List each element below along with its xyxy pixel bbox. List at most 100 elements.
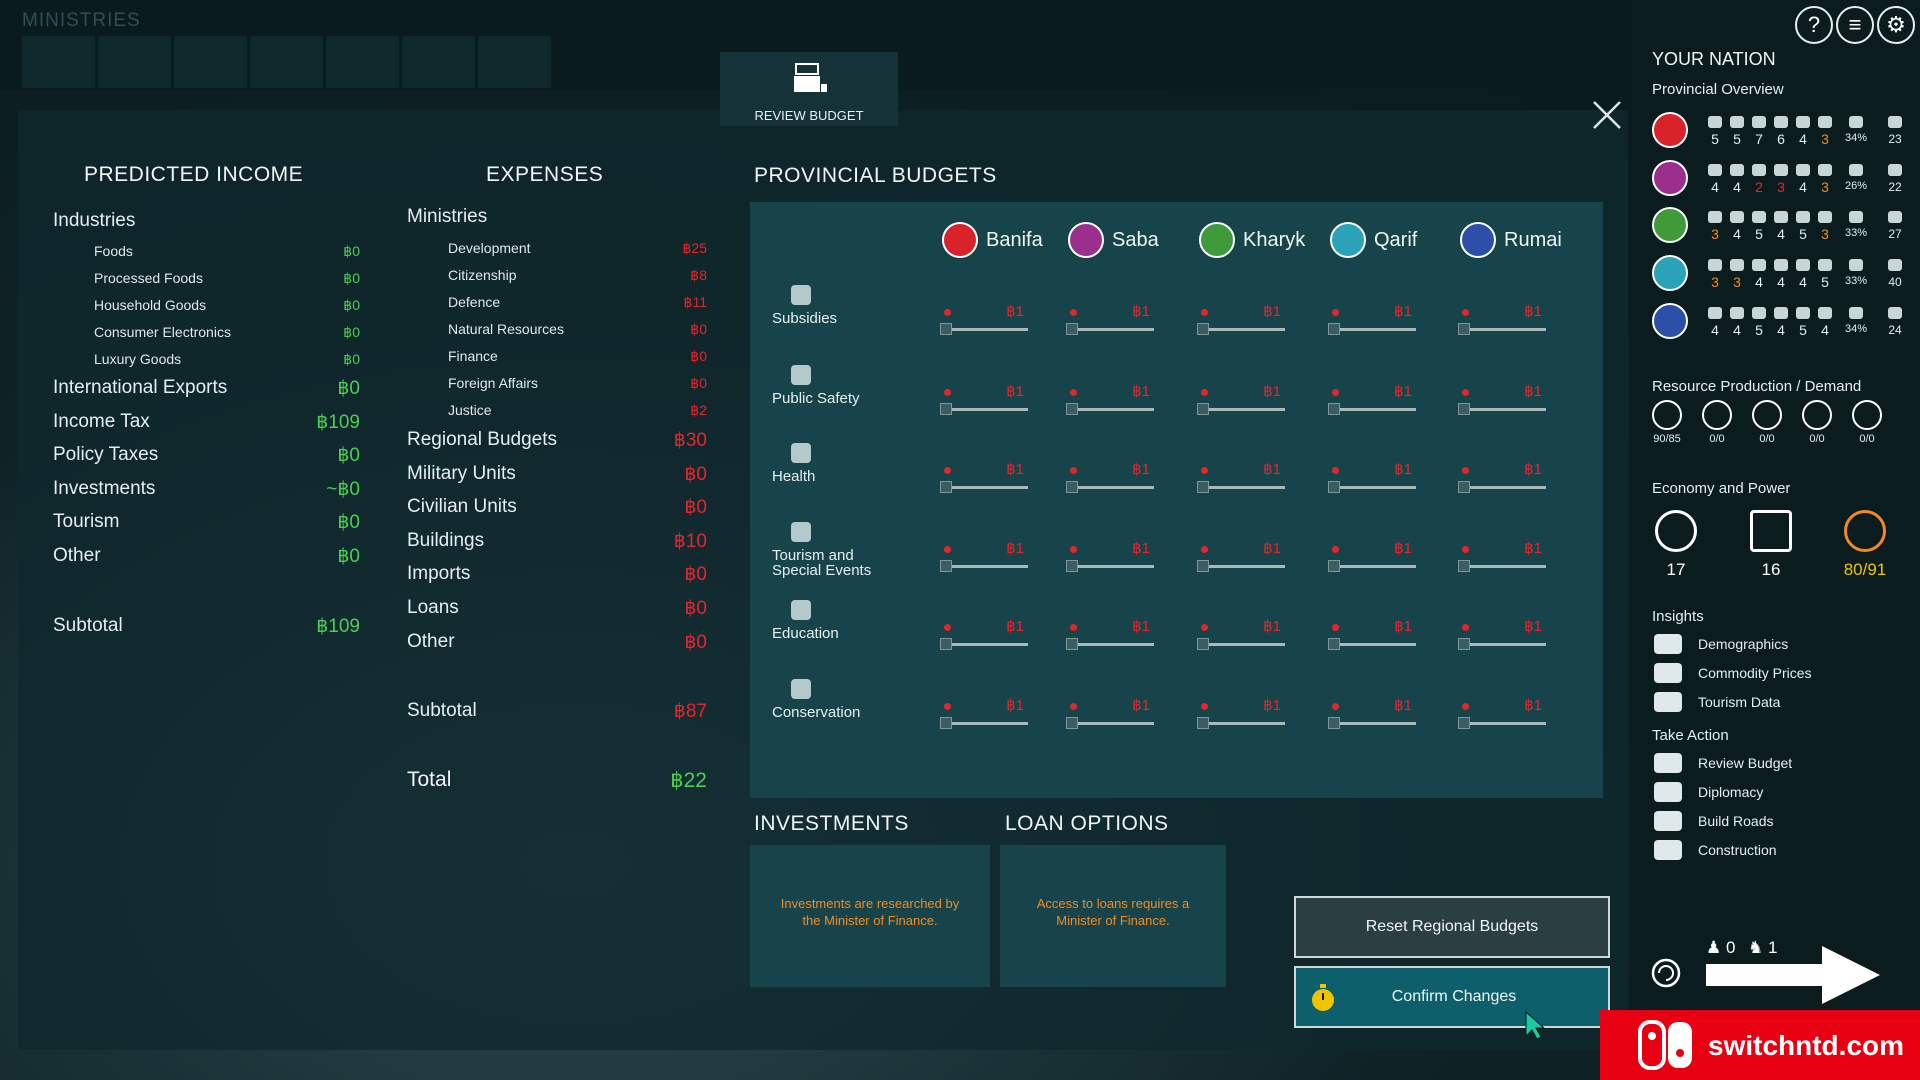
slider-handle[interactable] <box>1328 717 1340 729</box>
slider-handle[interactable] <box>1458 560 1470 572</box>
refresh-icon[interactable] <box>1650 957 1682 989</box>
province-header-saba[interactable]: Saba <box>1068 220 1188 260</box>
slider-handle[interactable] <box>1197 717 1209 729</box>
province-header-banifa[interactable]: Banifa <box>942 220 1062 260</box>
slider-handle[interactable] <box>940 323 952 335</box>
insight-commodity-prices[interactable]: Commodity Prices <box>1652 661 1882 685</box>
slider-track <box>1199 486 1285 489</box>
decrease-indicator <box>1332 546 1339 553</box>
budget-slider[interactable]: ฿1 <box>940 696 1032 730</box>
action-review-budget[interactable]: Review Budget <box>1652 751 1882 775</box>
budget-slider[interactable]: ฿1 <box>1328 539 1420 573</box>
province-emblem-icon[interactable] <box>1652 112 1688 148</box>
insight-demographics[interactable]: Demographics <box>1652 632 1882 656</box>
slider-handle[interactable] <box>1066 323 1078 335</box>
budget-slider[interactable]: ฿1 <box>1197 617 1289 651</box>
ministry-slot[interactable] <box>22 36 96 88</box>
slider-handle[interactable] <box>1066 638 1078 650</box>
slider-handle[interactable] <box>1328 638 1340 650</box>
budget-slider[interactable]: ฿1 <box>1458 696 1550 730</box>
slider-handle[interactable] <box>1066 403 1078 415</box>
budget-slider[interactable]: ฿1 <box>940 302 1032 336</box>
slider-handle[interactable] <box>1197 403 1209 415</box>
menu-button[interactable]: ≡ <box>1836 6 1874 44</box>
slider-handle[interactable] <box>940 560 952 572</box>
budget-slider[interactable]: ฿1 <box>1197 460 1289 494</box>
reset-regional-budgets-button[interactable]: Reset Regional Budgets <box>1294 896 1610 958</box>
budget-slider[interactable]: ฿1 <box>1458 617 1550 651</box>
slider-handle[interactable] <box>940 717 952 729</box>
slider-handle[interactable] <box>940 403 952 415</box>
budget-slider[interactable]: ฿1 <box>1197 302 1289 336</box>
province-emblem-icon <box>1068 222 1104 258</box>
slider-handle[interactable] <box>1328 323 1340 335</box>
ministry-slot[interactable] <box>478 36 552 88</box>
action-diplomacy[interactable]: Diplomacy <box>1652 780 1882 804</box>
province-header-qarif[interactable]: Qarif <box>1330 220 1450 260</box>
budget-slider[interactable]: ฿1 <box>940 382 1032 416</box>
budget-slider[interactable]: ฿1 <box>1066 696 1158 730</box>
province-emblem-icon[interactable] <box>1652 303 1688 339</box>
slider-amount: ฿1 <box>1394 618 1412 635</box>
slider-handle[interactable] <box>1197 560 1209 572</box>
review-budget-tab[interactable]: REVIEW BUDGET <box>720 52 898 126</box>
budget-slider[interactable]: ฿1 <box>940 539 1032 573</box>
ministry-slot[interactable] <box>326 36 400 88</box>
budget-slider[interactable]: ฿1 <box>1328 302 1420 336</box>
slider-handle[interactable] <box>1328 403 1340 415</box>
slider-handle[interactable] <box>1458 323 1470 335</box>
province-emblem-icon[interactable] <box>1652 207 1688 243</box>
settings-button[interactable]: ⚙ <box>1877 6 1915 44</box>
help-button[interactable]: ? <box>1795 6 1833 44</box>
province-header-rumai[interactable]: Rumai <box>1460 220 1580 260</box>
budget-slider[interactable]: ฿1 <box>1066 382 1158 416</box>
slider-track <box>942 328 1028 331</box>
insight-tourism-data[interactable]: Tourism Data <box>1652 690 1882 714</box>
slider-handle[interactable] <box>1458 403 1470 415</box>
budget-slider[interactable]: ฿1 <box>1197 382 1289 416</box>
slider-handle[interactable] <box>1197 323 1209 335</box>
close-icon[interactable] <box>1590 98 1624 132</box>
ministry-slot[interactable] <box>174 36 248 88</box>
ministry-slot[interactable] <box>250 36 324 88</box>
budget-slider[interactable]: ฿1 <box>1458 539 1550 573</box>
budget-slider[interactable]: ฿1 <box>940 617 1032 651</box>
province-emblem-icon <box>942 222 978 258</box>
slider-handle[interactable] <box>1066 717 1078 729</box>
budget-slider[interactable]: ฿1 <box>1328 617 1420 651</box>
ministry-slot[interactable] <box>402 36 476 88</box>
budget-slider[interactable]: ฿1 <box>1458 302 1550 336</box>
budget-slider[interactable]: ฿1 <box>1328 382 1420 416</box>
slider-handle[interactable] <box>940 638 952 650</box>
slider-handle[interactable] <box>940 481 952 493</box>
budget-slider[interactable]: ฿1 <box>1328 696 1420 730</box>
slider-handle[interactable] <box>1066 560 1078 572</box>
budget-slider[interactable]: ฿1 <box>1197 539 1289 573</box>
slider-handle[interactable] <box>1458 717 1470 729</box>
confirm-changes-button[interactable]: Confirm Changes <box>1294 966 1610 1028</box>
budget-slider[interactable]: ฿1 <box>1066 539 1158 573</box>
budget-slider[interactable]: ฿1 <box>1066 460 1158 494</box>
slider-handle[interactable] <box>1328 560 1340 572</box>
province-header-kharyk[interactable]: Kharyk <box>1199 220 1319 260</box>
budget-slider[interactable]: ฿1 <box>1328 460 1420 494</box>
action-construction[interactable]: Construction <box>1652 838 1882 862</box>
budget-slider[interactable]: ฿1 <box>1066 617 1158 651</box>
province-emblem-icon[interactable] <box>1652 160 1688 196</box>
slider-handle[interactable] <box>1197 638 1209 650</box>
ministry-slot[interactable] <box>98 36 172 88</box>
slider-handle[interactable] <box>1328 481 1340 493</box>
slider-handle[interactable] <box>1458 481 1470 493</box>
end-turn-arrow-icon[interactable] <box>1704 944 1900 1006</box>
expense-row-label: Buildings <box>407 529 485 551</box>
budget-slider[interactable]: ฿1 <box>940 460 1032 494</box>
budget-slider[interactable]: ฿1 <box>1458 382 1550 416</box>
province-emblem-icon[interactable] <box>1652 255 1688 291</box>
budget-slider[interactable]: ฿1 <box>1197 696 1289 730</box>
slider-handle[interactable] <box>1197 481 1209 493</box>
slider-handle[interactable] <box>1066 481 1078 493</box>
action-build-roads[interactable]: Build Roads <box>1652 809 1882 833</box>
budget-slider[interactable]: ฿1 <box>1458 460 1550 494</box>
slider-handle[interactable] <box>1458 638 1470 650</box>
budget-slider[interactable]: ฿1 <box>1066 302 1158 336</box>
